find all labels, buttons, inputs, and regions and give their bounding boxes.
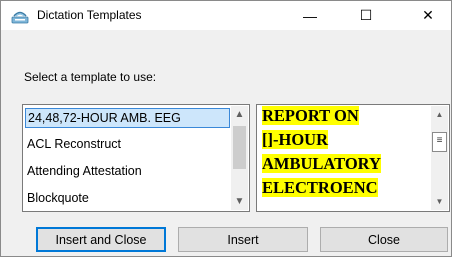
scroll-up-icon[interactable]: ▲ bbox=[431, 106, 448, 123]
close-icon: ✕ bbox=[422, 7, 434, 23]
close-button[interactable]: Close bbox=[320, 227, 448, 252]
preview-line: AMBULATORY bbox=[262, 154, 381, 174]
maximize-icon: ☐ bbox=[359, 7, 373, 23]
preview-text: []-HOUR bbox=[262, 130, 328, 149]
maximize-button[interactable]: ☐ bbox=[343, 1, 389, 30]
minimize-icon: — bbox=[303, 7, 317, 24]
close-window-button[interactable]: ✕ bbox=[405, 1, 451, 30]
template-list-scroll-thumb[interactable] bbox=[233, 126, 246, 169]
preview-line: REPORT ON bbox=[262, 106, 359, 126]
scroll-up-icon[interactable]: ▲ bbox=[231, 106, 248, 123]
scroll-down-icon[interactable]: ▼ bbox=[431, 193, 448, 210]
dictation-app-icon bbox=[11, 11, 29, 24]
window-title: Dictation Templates bbox=[37, 8, 142, 22]
select-template-label: Select a template to use: bbox=[24, 70, 157, 84]
preview-text: AMBULATORY bbox=[262, 154, 381, 173]
preview-text: ELECTROENC bbox=[262, 178, 378, 197]
template-list-item[interactable]: Blockquote bbox=[25, 188, 230, 208]
template-list-scrollbar[interactable]: ▲ ▼ bbox=[231, 106, 248, 210]
template-list-item[interactable]: ACL Reconstruct bbox=[25, 134, 230, 154]
scroll-down-icon[interactable]: ▼ bbox=[231, 193, 248, 210]
preview-text: REPORT ON bbox=[262, 106, 359, 125]
template-preview[interactable]: REPORT ON []-HOUR AMBULATORY ELECTROENC … bbox=[256, 104, 450, 212]
template-listbox[interactable]: 24,48,72-HOUR AMB. EEG ACL Reconstruct A… bbox=[22, 104, 250, 212]
preview-scrollbar[interactable]: ▲ ≡ ▼ bbox=[431, 106, 448, 210]
preview-line: []-HOUR bbox=[262, 130, 328, 150]
insert-button[interactable]: Insert bbox=[178, 227, 308, 252]
template-list-item[interactable]: 24,48,72-HOUR AMB. EEG bbox=[25, 108, 230, 128]
dictation-templates-dialog: Dictation Templates — ☐ ✕ Select a templ… bbox=[0, 0, 452, 257]
minimize-button[interactable]: — bbox=[287, 1, 333, 30]
title-bar[interactable]: Dictation Templates — ☐ ✕ bbox=[1, 1, 451, 31]
template-list-item[interactable]: Attending Attestation bbox=[25, 161, 230, 181]
preview-scroll-thumb[interactable]: ≡ bbox=[432, 132, 447, 152]
insert-and-close-button[interactable]: Insert and Close bbox=[36, 227, 166, 252]
preview-line: ELECTROENC bbox=[262, 178, 378, 198]
